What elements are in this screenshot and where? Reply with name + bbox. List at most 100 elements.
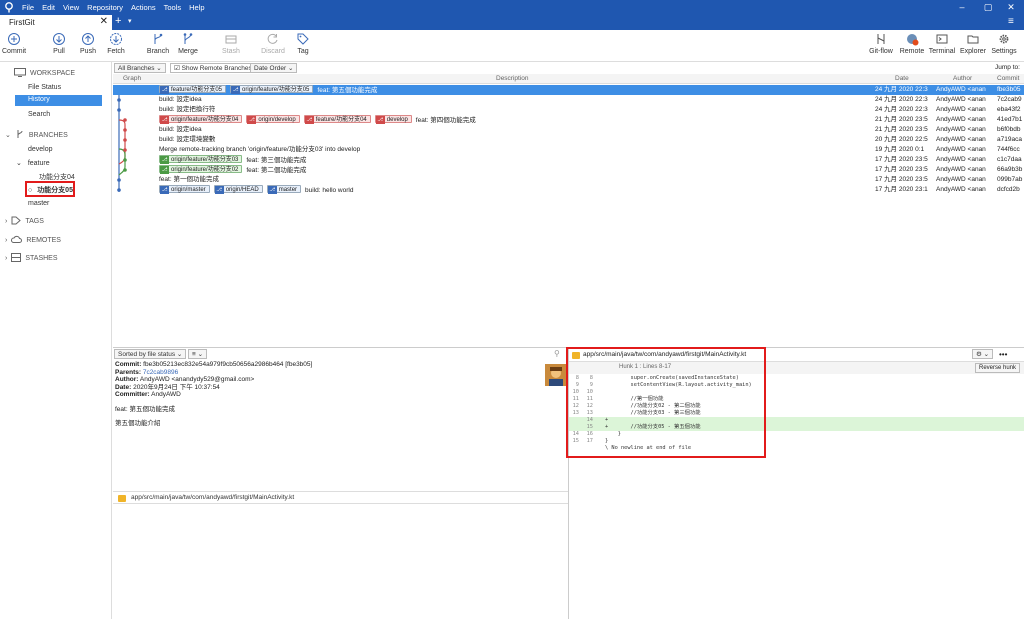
discard-button[interactable]: Discard [261, 32, 285, 55]
tab-list-dropdown[interactable]: ▾ [128, 17, 132, 25]
tag-icon [296, 32, 310, 46]
menu-edit[interactable]: Edit [42, 3, 55, 12]
commit-hash: c1c7daa [997, 156, 1022, 163]
search-icon[interactable]: ⚲ [554, 349, 560, 358]
stash-button[interactable]: Stash [220, 32, 242, 55]
sort-files-dropdown[interactable]: Sorted by file status ⌄ [114, 349, 187, 359]
commit-message: feat: 第三個功能完成 [246, 157, 307, 164]
branch-ref-icon: ⎇ [160, 86, 169, 94]
view-mode-dropdown[interactable]: ≡ ⌄ [188, 349, 208, 359]
checkbox-icon: ☑ [174, 65, 180, 72]
commit-date: 24 九月 2020 22:3 [875, 96, 928, 103]
menu-help[interactable]: Help [189, 3, 204, 12]
branch-ref-label: master [278, 187, 298, 193]
settings-button[interactable]: Settings [990, 32, 1018, 55]
commit-row[interactable]: build: 設定idea 21 九月 2020 23:5 AndyAWD <ana… [113, 125, 1024, 135]
menu-view[interactable]: View [63, 3, 79, 12]
sidebar-section-workspace[interactable]: WORKSPACE [14, 68, 75, 79]
branch-ref-icon: ⎇ [160, 116, 169, 124]
commit-message: build: 設定idea [159, 126, 202, 133]
branch-folder-feature[interactable]: ⌄ feature [16, 159, 50, 167]
tag-button[interactable]: Tag [294, 32, 312, 55]
commit-author: AndyAWD <anan [936, 116, 986, 123]
push-button[interactable]: Push [78, 32, 98, 55]
menu-repository[interactable]: Repository [87, 3, 123, 12]
modified-file-icon [118, 495, 126, 502]
branch-ref-badge[interactable]: ⎇ origin/develop [246, 115, 300, 124]
commit-button[interactable]: Commit [2, 32, 26, 55]
new-tab-button[interactable]: + [115, 15, 121, 27]
tab-close-icon[interactable]: ✕ [100, 16, 108, 27]
branch-ref-badge[interactable]: ⎇ origin/feature/功能分支04 [159, 115, 243, 124]
maximize-button[interactable]: ▢ [981, 2, 995, 13]
pull-button[interactable]: Pull [50, 32, 68, 55]
commit-row[interactable]: ⎇ origin/feature/功能分支04 ⎇ origin/develop ⎇ fe… [113, 115, 1024, 125]
column-graph[interactable]: Graph [123, 75, 141, 82]
commit-row[interactable]: build: 設定把換行符 24 九月 2020 22:3 AndyAWD <ana… [113, 105, 1024, 115]
close-window-button[interactable]: ✕ [1004, 2, 1018, 13]
commit-row[interactable]: ⎇ origin/master ⎇ origin/HEAD ⎇ master build: … [113, 185, 1024, 195]
branch-button[interactable]: Branch [146, 32, 170, 55]
parent-link[interactable]: 7c2cab9896 [143, 369, 178, 376]
remote-button[interactable]: Remote [899, 32, 925, 55]
branch-develop[interactable]: develop [28, 146, 53, 153]
sidebar: WORKSPACE File Status History Search ⌄ B… [0, 62, 112, 619]
sidebar-item-history[interactable]: History [15, 95, 102, 106]
branch-ref-badge[interactable]: ⎇ origin/feature/功能分支03 [159, 155, 243, 164]
menu-bar: File Edit View Repository Actions Tools … [22, 3, 205, 12]
branch-ref-badge[interactable]: ⎇ origin/feature/功能分支05 [230, 85, 314, 94]
sidebar-section-tags[interactable]: › TAGS [5, 216, 44, 227]
changed-file-row[interactable]: app/src/main/java/tw/com/andyawd/firstgi… [113, 491, 568, 504]
fetch-button[interactable]: Fetch [106, 32, 126, 55]
commit-description: feat: 第一個功能完成 [159, 175, 219, 185]
reverse-hunk-button[interactable]: Reverse hunk [975, 363, 1021, 373]
order-dropdown[interactable]: Date Order ⌄ [250, 63, 298, 73]
menu-tools[interactable]: Tools [164, 3, 182, 12]
sidebar-section-remotes[interactable]: › REMOTES [5, 235, 61, 245]
branch-ref-badge[interactable]: ⎇ origin/feature/功能分支02 [159, 165, 243, 174]
branch-ref-badge[interactable]: ⎇ develop [374, 115, 412, 124]
more-options-icon[interactable]: ••• [999, 350, 1007, 359]
branch-filter-dropdown[interactable]: All Branches ⌄ [114, 63, 166, 73]
commit-description: build: 設定環境變數 [159, 135, 215, 145]
commit-row[interactable]: build: 設定idea 24 九月 2020 22:3 AndyAWD <ana… [113, 95, 1024, 105]
branch-ref-badge[interactable]: ⎇ feature/功能分支05 [159, 85, 227, 94]
commit-row[interactable]: feat: 第一個功能完成 17 九月 2020 23:5 AndyAWD <ana… [113, 175, 1024, 185]
commit-row[interactable]: build: 設定環境變數 20 九月 2020 22:5 AndyAWD <ana… [113, 135, 1024, 145]
sidebar-item-search[interactable]: Search [28, 111, 50, 118]
commit-row[interactable]: Merge remote-tracking branch 'origin/fea… [113, 145, 1024, 155]
column-author[interactable]: Author [953, 75, 972, 82]
tab-bar: FirstGit ✕ + ▾ ≡ [0, 15, 1024, 30]
sidebar-section-branches[interactable]: ⌄ BRANCHES [5, 129, 68, 141]
diff-options-gear-icon[interactable]: ⚙ ⌄ [972, 349, 994, 359]
jump-to-label[interactable]: Jump to: [995, 64, 1020, 71]
branch-ref-badge[interactable]: ⎇ feature/功能分支04 [303, 115, 371, 124]
commit-row[interactable]: ⎇ feature/功能分支05 ⎇ origin/feature/功能分支05 fea… [113, 85, 1024, 95]
branch-ref-badge[interactable]: ⎇ master [266, 185, 302, 194]
merge-button[interactable]: Merge [176, 32, 200, 55]
discard-icon [266, 32, 280, 46]
stash-label: Stash [222, 48, 240, 55]
branch-master[interactable]: master [28, 200, 49, 207]
commit-date: 17 九月 2020 23:5 [875, 156, 928, 163]
minimize-button[interactable]: – [955, 2, 969, 12]
show-remote-branches-checkbox[interactable]: ☑ Show Remote Branches [170, 63, 256, 73]
tab-firstgit[interactable]: FirstGit ✕ [0, 15, 112, 30]
branch-ref-badge[interactable]: ⎇ origin/HEAD [213, 185, 263, 194]
remote-label: Remote [899, 48, 925, 55]
gitflow-button[interactable]: Git-flow [868, 32, 894, 55]
sidebar-section-stashes[interactable]: › STASHES [5, 253, 58, 264]
sidebar-item-file-status[interactable]: File Status [28, 84, 61, 91]
menu-file[interactable]: File [22, 3, 34, 12]
commit-row[interactable]: ⎇ origin/feature/功能分支03 feat: 第三個功能完成 17 九月… [113, 155, 1024, 165]
menu-actions[interactable]: Actions [131, 3, 156, 12]
column-date[interactable]: Date [895, 75, 909, 82]
hamburger-menu-icon[interactable]: ≡ [1008, 16, 1014, 27]
column-commit[interactable]: Commit [997, 75, 1019, 82]
branch-ref-badge[interactable]: ⎇ origin/master [159, 185, 210, 194]
plus-circle-icon [7, 32, 21, 46]
explorer-button[interactable]: Explorer [959, 32, 987, 55]
commit-row[interactable]: ⎇ origin/feature/功能分支02 feat: 第二個功能完成 17 九月… [113, 165, 1024, 175]
terminal-button[interactable]: Terminal [928, 32, 956, 55]
column-description[interactable]: Description [496, 75, 529, 82]
